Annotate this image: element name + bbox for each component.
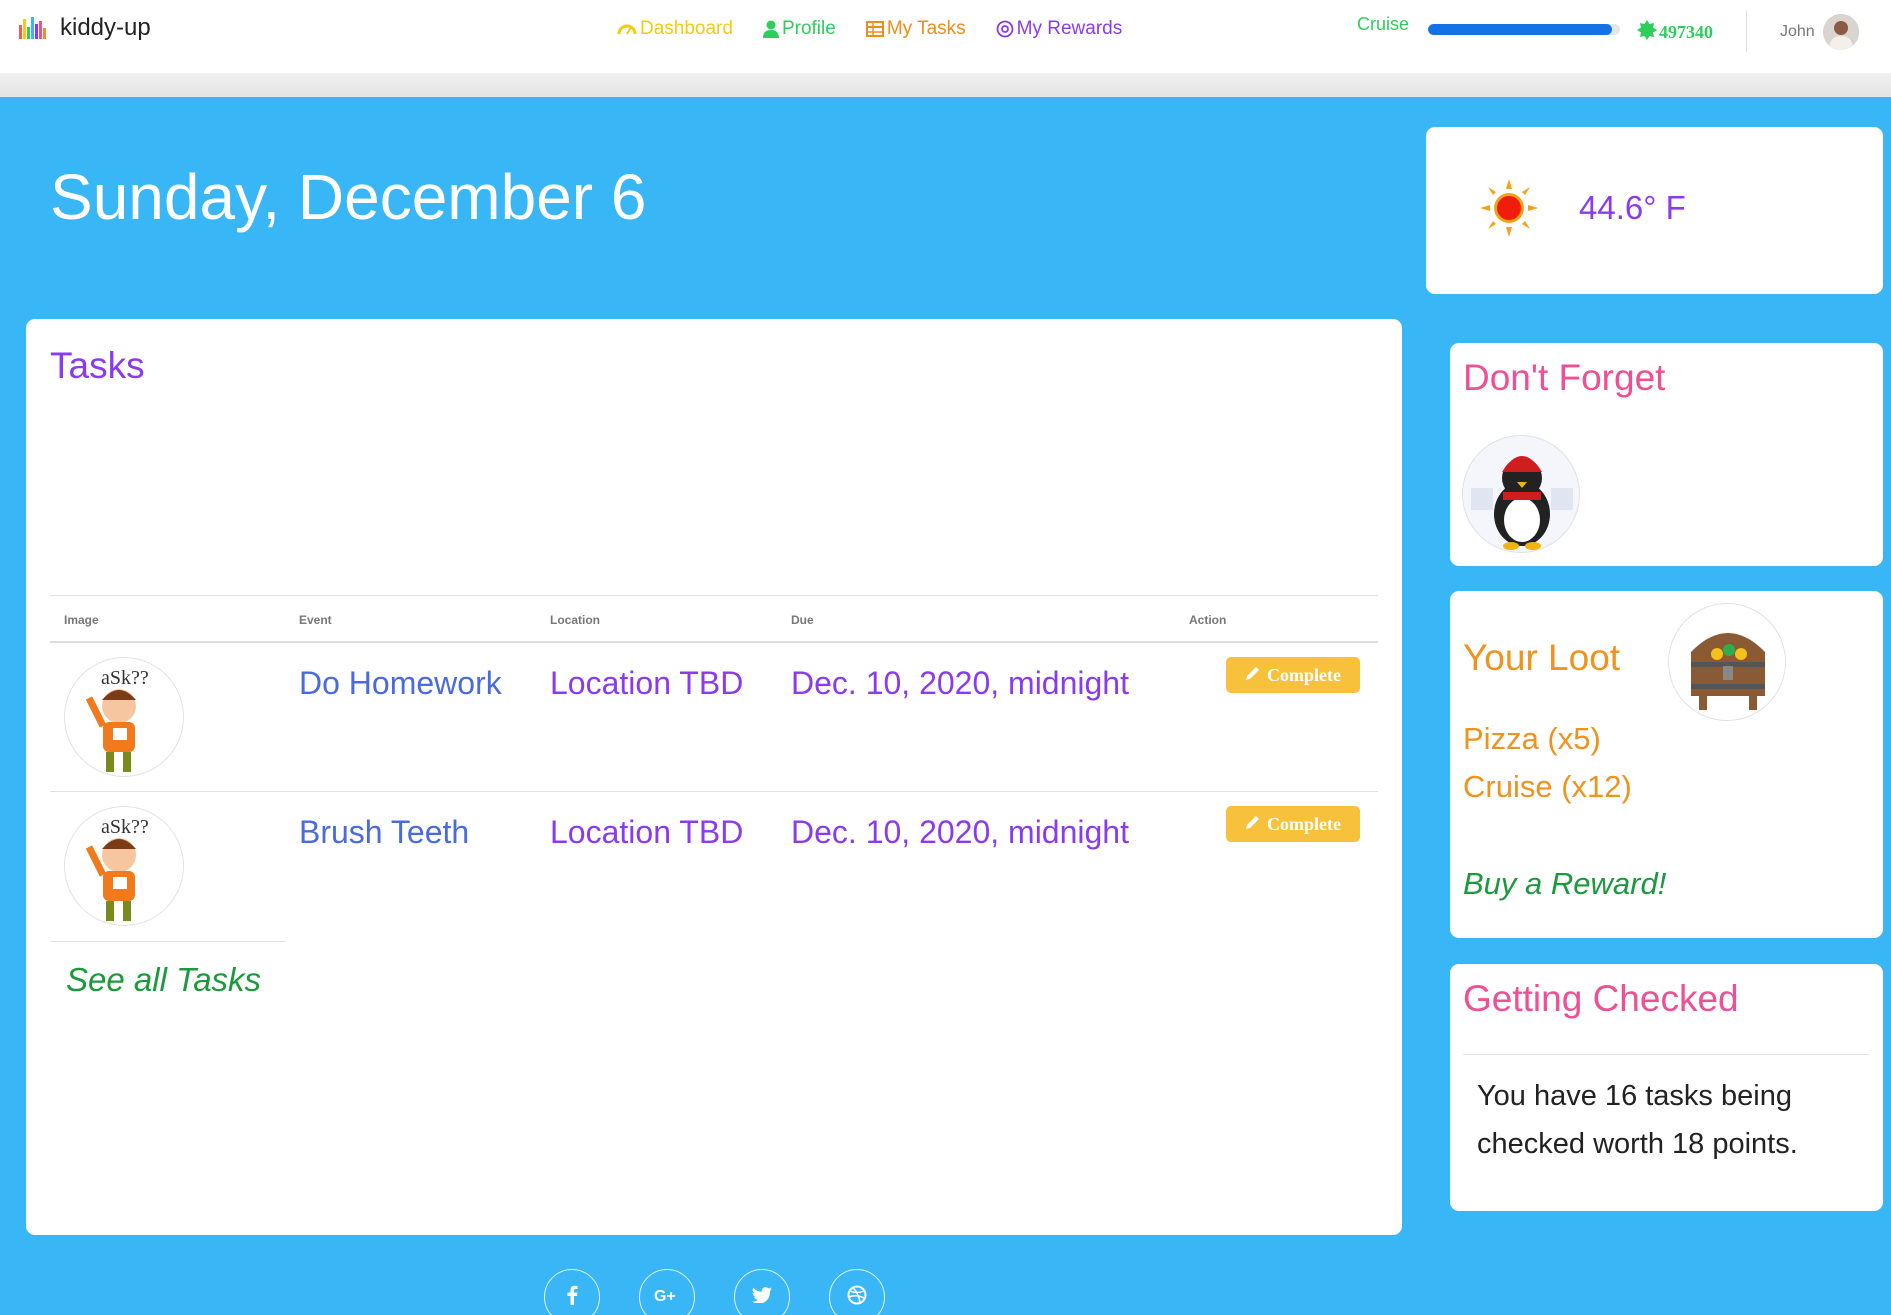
- user-name: John: [1780, 23, 1815, 40]
- twitter-button[interactable]: [734, 1269, 790, 1315]
- task-image: aSk??: [64, 657, 184, 777]
- complete-button-label: Complete: [1267, 813, 1341, 834]
- task-location: Location TBD: [550, 665, 744, 701]
- getting-checked-card: Getting Checked You have 16 tasks being …: [1450, 964, 1883, 1211]
- getting-checked-message: You have 16 tasks being checked worth 18…: [1477, 1080, 1798, 1160]
- task-due-date: Dec. 10, 2020, midnight: [791, 814, 1129, 850]
- task-location: Location TBD: [550, 814, 744, 850]
- penguin-image: [1462, 435, 1580, 553]
- nav-divider: [1746, 10, 1747, 52]
- speedometer-icon: [617, 20, 637, 38]
- sun-icon: [1480, 179, 1538, 242]
- points-display: 497340: [1637, 20, 1713, 45]
- nav-my-tasks-label: My Tasks: [886, 18, 966, 39]
- avatar: [1822, 14, 1859, 50]
- treasure-chest-image: [1668, 603, 1786, 721]
- dont-forget-title: Don't Forget: [1463, 357, 1666, 398]
- goal-progress-fill: [1428, 24, 1613, 35]
- svg-text:aSk??: aSk??: [101, 667, 149, 689]
- user-icon: [762, 20, 779, 38]
- brand[interactable]: kiddy-up: [18, 14, 151, 42]
- task-image: aSk??: [64, 806, 184, 926]
- navbar-shadow: [0, 73, 1891, 97]
- table-icon: [865, 21, 884, 37]
- temperature: 44.6° F: [1579, 189, 1686, 226]
- see-all-tasks-link[interactable]: See all Tasks: [66, 961, 261, 999]
- google-plus-button[interactable]: G+: [639, 1269, 695, 1315]
- complete-button-label: Complete: [1267, 664, 1341, 685]
- nav-my-tasks[interactable]: My Tasks: [865, 18, 966, 40]
- column-header-action: Action: [1189, 613, 1227, 627]
- facebook-button[interactable]: [544, 1269, 600, 1315]
- at-sign-icon: [996, 20, 1014, 38]
- facebook-icon: [566, 1285, 578, 1310]
- twitter-icon: [752, 1286, 772, 1308]
- buy-reward-link[interactable]: Buy a Reward!: [1463, 866, 1666, 902]
- loot-item: Pizza (x5): [1463, 721, 1601, 756]
- goal-progress-bar: [1428, 24, 1620, 35]
- nav-dashboard-label: Dashboard: [640, 18, 733, 39]
- goal-label: Cruise: [1357, 14, 1410, 34]
- svg-text:aSk??: aSk??: [101, 816, 149, 838]
- complete-button[interactable]: Complete: [1226, 657, 1360, 693]
- pencil-icon: [1245, 814, 1261, 835]
- nav-profile[interactable]: Profile: [762, 18, 836, 40]
- dribbble-icon: [847, 1285, 867, 1310]
- task-event-link[interactable]: Do Homework: [299, 665, 502, 702]
- column-header-location: Location: [550, 613, 600, 627]
- points-value: 497340: [1659, 22, 1713, 42]
- main-nav: Dashboard Profile My Tasks My Rewards: [617, 18, 1122, 40]
- table-top-border: [50, 595, 1378, 596]
- page-date: Sunday, December 6: [50, 161, 647, 233]
- dont-forget-card: Don't Forget: [1450, 343, 1883, 566]
- nav-dashboard[interactable]: Dashboard: [617, 18, 733, 40]
- complete-button[interactable]: Complete: [1226, 806, 1360, 842]
- nav-my-rewards-label: My Rewards: [1016, 18, 1123, 39]
- logo-icon: [18, 15, 48, 41]
- getting-checked-divider: [1463, 1054, 1869, 1055]
- getting-checked-title: Getting Checked: [1463, 978, 1739, 1019]
- nav-my-rewards[interactable]: My Rewards: [996, 18, 1123, 40]
- column-header-event: Event: [299, 613, 332, 627]
- tasks-card: Tasks Image Event Location Due Action aS…: [26, 319, 1402, 1235]
- loot-item: Cruise (x12): [1463, 769, 1632, 804]
- dribbble-button[interactable]: [829, 1269, 885, 1315]
- column-header-image: Image: [64, 613, 99, 627]
- loot-card: Your Loot Pizza (x5) Cruise (x12) Buy a …: [1450, 591, 1883, 938]
- svg-text:G+: G+: [654, 1288, 676, 1304]
- column-header-due: Due: [791, 613, 814, 627]
- task-due-date: Dec. 10, 2020, midnight: [791, 665, 1129, 701]
- tasks-title: Tasks: [50, 345, 145, 386]
- top-navbar: kiddy-up Dashboard Profile My Tasks My R…: [0, 0, 1891, 73]
- loot-title: Your Loot: [1463, 637, 1621, 678]
- badge-icon: [1637, 20, 1657, 45]
- nav-profile-label: Profile: [781, 18, 836, 39]
- google-plus-icon: G+: [654, 1286, 680, 1309]
- table-row: aSk?? Do Homework Location TBD Dec. 10, …: [50, 643, 1378, 791]
- see-all-divider: [50, 941, 286, 942]
- task-event-link[interactable]: Brush Teeth: [299, 814, 469, 851]
- table-row: aSk?? Brush Teeth Location TBD Dec. 10, …: [50, 792, 1378, 940]
- pencil-icon: [1245, 665, 1261, 686]
- weather-card: 44.6° F: [1426, 127, 1883, 294]
- brand-name: kiddy-up: [60, 14, 151, 41]
- user-menu[interactable]: John: [1780, 14, 1859, 50]
